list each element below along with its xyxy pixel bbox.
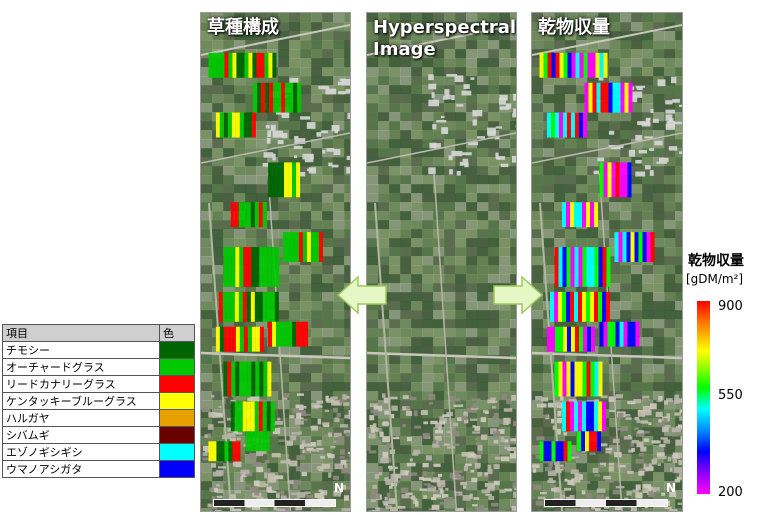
legend-header-color: 色: [159, 324, 195, 342]
legend-row: ケンタッキーブルーグラス: [2, 392, 195, 410]
legend-swatch: [159, 443, 195, 461]
legend-label: エゾノギシギシ: [2, 443, 160, 461]
hyperspectral-image: [367, 13, 516, 511]
legend-row: チモシー: [2, 341, 195, 359]
legend-row: シバムギ: [2, 426, 195, 444]
hyperspectral-title: Hyperspectral Image: [373, 17, 517, 60]
colorbar-min-label: 200: [718, 485, 743, 500]
legend-swatch: [159, 392, 195, 410]
legend-swatch: [159, 358, 195, 376]
north-arrow-icon: N: [333, 481, 344, 495]
species-map-panel: 草種構成 N: [200, 12, 351, 512]
legend-swatch: [159, 409, 195, 427]
hyperspectral-panel: Hyperspectral Image: [366, 12, 517, 512]
legend-row: リードカナリーグラス: [2, 375, 195, 393]
north-arrow-icon: N: [665, 481, 676, 495]
scale-bar: [213, 499, 336, 507]
legend-swatch: [159, 341, 195, 359]
legend-row: エゾノギシギシ: [2, 443, 195, 461]
legend-label: ケンタッキーブルーグラス: [2, 392, 160, 410]
legend-label: シバムギ: [2, 426, 160, 444]
colorbar-mid-label: 550: [718, 388, 743, 403]
legend-row: ウマノアシガタ: [2, 460, 195, 478]
legend-label: ハルガヤ: [2, 409, 160, 427]
yield-map-panel: 乾物収量 N: [531, 12, 683, 512]
species-map-image: [201, 13, 350, 511]
yield-map-image: [532, 13, 682, 511]
colorbar-max-label: 900: [718, 299, 743, 314]
legend-row: オーチャードグラス: [2, 358, 195, 376]
scale-bar: [544, 499, 668, 507]
legend-header-row: 項目 色: [2, 324, 195, 342]
legend-row: ハルガヤ: [2, 409, 195, 427]
colorbar: [697, 301, 710, 494]
legend-swatch: [159, 375, 195, 393]
legend-swatch: [159, 426, 195, 444]
legend-label: リードカナリーグラス: [2, 375, 160, 393]
legend-header-item: 項目: [2, 324, 160, 342]
species-map-title: 草種構成: [207, 17, 279, 38]
legend-label: オーチャードグラス: [2, 358, 160, 376]
yield-map-title: 乾物収量: [538, 17, 610, 38]
colorbar-title: 乾物収量: [688, 253, 744, 269]
left-arrow-icon: [336, 275, 387, 315]
legend-label: ウマノアシガタ: [2, 460, 160, 478]
colorbar-unit: [gDM/m²]: [686, 272, 744, 286]
right-arrow-icon: [493, 275, 544, 315]
legend-swatch: [159, 460, 195, 478]
species-legend-table: 項目 色 チモシー オーチャードグラス リードカナリーグラス ケンタッキーブルー…: [2, 324, 195, 478]
legend-label: チモシー: [2, 341, 160, 359]
